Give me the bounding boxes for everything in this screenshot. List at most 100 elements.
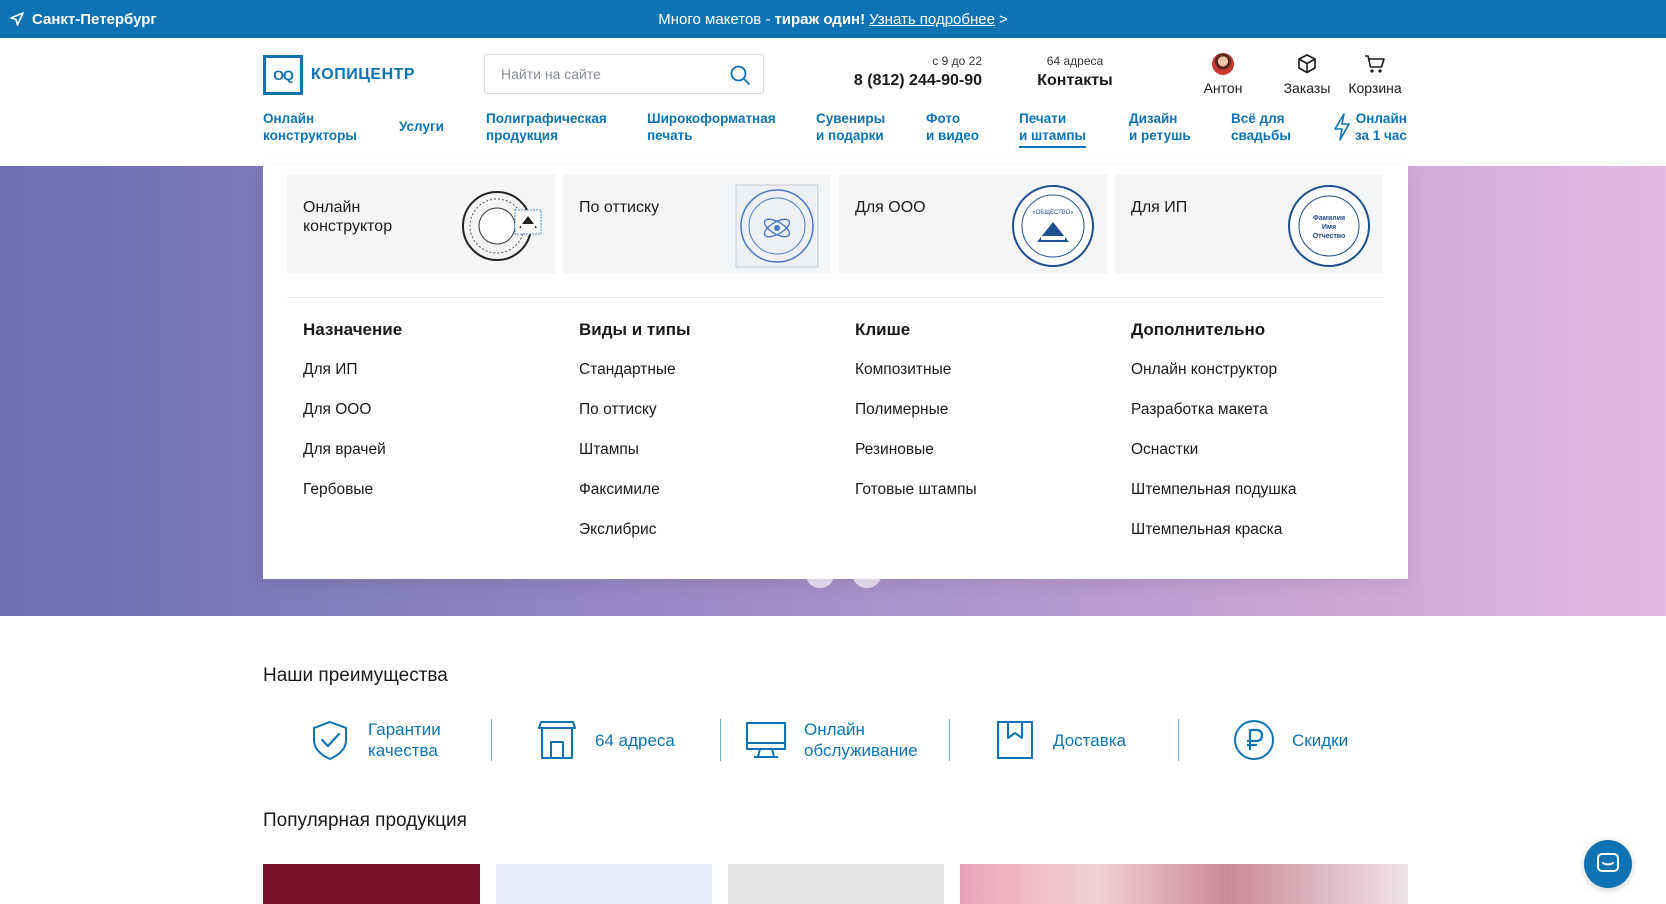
- promo-text: Много макетов -: [658, 10, 771, 28]
- nav-polygraphy[interactable]: Полиграфическая продукция: [486, 110, 607, 144]
- cart-icon: [1365, 55, 1385, 73]
- search-icon[interactable]: [729, 64, 751, 86]
- menu-link[interactable]: Штампы: [579, 441, 839, 462]
- advantage-online-service: Онлайн обслуживание: [744, 716, 918, 764]
- product-card[interactable]: [728, 864, 944, 904]
- lightning-icon: [1334, 113, 1350, 141]
- advantages-title: Наши преимущества: [263, 665, 448, 686]
- nav-label-line1: Печати: [1019, 111, 1067, 126]
- promo-bold: тираж один!: [774, 10, 866, 28]
- menu-link[interactable]: Полимерные: [855, 401, 1115, 422]
- nav-stamps[interactable]: Печати и штампы: [1019, 110, 1087, 148]
- stamp-ip-line3: Отчество: [1313, 233, 1346, 240]
- ruble-icon: [1234, 720, 1274, 760]
- menu-link[interactable]: Разработка макета: [1131, 401, 1391, 422]
- advantage-line1: Онлайн: [804, 720, 865, 739]
- logo-name: КОПИЦЕНТР: [311, 66, 416, 83]
- menu-link[interactable]: Композитные: [855, 361, 1115, 382]
- advantage-separator: [720, 719, 721, 761]
- stamps-mega-menu: Онлайн конструктор По оттиску Для ООО «О…: [263, 166, 1408, 579]
- nav-label-line2: свадьбы: [1231, 128, 1291, 143]
- stamp-ip-line1: Фамилия: [1313, 215, 1345, 222]
- nav-souvenirs[interactable]: Сувениры и подарки: [816, 110, 885, 144]
- top-promo-bar: Санкт-Петербург Много макетов - тираж од…: [0, 0, 1666, 38]
- contacts-block: 64 адреса Контакты: [1020, 54, 1130, 90]
- shield-check-icon: [313, 720, 347, 761]
- nav-label-line2: за 1 час: [1355, 128, 1407, 143]
- chat-button[interactable]: [1584, 840, 1632, 888]
- city-selector[interactable]: Санкт-Петербург: [10, 0, 157, 38]
- logo[interactable]: OQ КОПИЦЕНТР: [263, 55, 415, 95]
- menu-link[interactable]: Для ИП: [303, 361, 563, 382]
- chat-icon: [1597, 853, 1619, 872]
- menu-column-types: Виды и типы Стандартные По оттиску Штамп…: [579, 320, 839, 542]
- nav-wide-format[interactable]: Широкоформатная печать: [647, 110, 776, 144]
- nav-label-line1: Фото: [926, 111, 961, 126]
- stamp-imprint-icon: [735, 184, 819, 268]
- nav-label-line1: Услуги: [399, 119, 444, 134]
- advantage-line1: Гарантии: [368, 720, 441, 739]
- promo-message: Много макетов - тираж один! Узнать подро…: [0, 0, 1666, 38]
- menu-link[interactable]: Штемпельная краска: [1131, 521, 1391, 542]
- advantage-line2: обслуживание: [804, 741, 918, 760]
- card-for-ip[interactable]: Для ИП Фамилия Имя Отчество: [1115, 174, 1383, 274]
- menu-link[interactable]: Готовые штампы: [855, 481, 1115, 502]
- working-hours: с 9 до 22: [932, 54, 982, 68]
- menu-link[interactable]: Стандартные: [579, 361, 839, 382]
- column-heading: Дополнительно: [1131, 320, 1266, 339]
- menu-link[interactable]: Экслибрис: [579, 521, 839, 542]
- advantage-line1: Скидки: [1292, 730, 1349, 750]
- nav-label-line2: и видео: [926, 128, 979, 143]
- advantage-quality: Гарантии качества: [308, 716, 441, 764]
- stamp-ooo-icon: «ОБЩЕСТВО»: [1012, 185, 1094, 267]
- menu-column-purpose: Назначение Для ИП Для ООО Для врачей Гер…: [303, 320, 563, 502]
- site-header: OQ КОПИЦЕНТР с 9 до 22 8 (812) 244-90-90…: [0, 38, 1666, 166]
- menu-link[interactable]: Штемпельная подушка: [1131, 481, 1391, 502]
- advantage-separator: [1178, 719, 1179, 761]
- nav-label-line2: конструкторы: [263, 128, 357, 143]
- nav-one-hour[interactable]: Онлайн за 1 час: [1333, 110, 1407, 144]
- box-icon: [1298, 54, 1316, 74]
- search-input[interactable]: [485, 55, 715, 93]
- product-card[interactable]: [496, 864, 712, 904]
- advantage-discounts: Скидки: [1232, 716, 1348, 764]
- advantage-separator: [949, 719, 950, 761]
- monitor-icon: [746, 722, 786, 758]
- contacts-link[interactable]: Контакты: [1020, 72, 1130, 90]
- advantage-delivery: Доставка: [993, 716, 1126, 764]
- card-title: Для ООО: [855, 199, 926, 216]
- orders-label: Заказы: [1283, 80, 1331, 96]
- cart-button[interactable]: Корзина: [1340, 52, 1410, 96]
- menu-link[interactable]: Гербовые: [303, 481, 563, 502]
- menu-link[interactable]: Оснастки: [1131, 441, 1391, 462]
- chevron-right-icon: >: [998, 10, 1008, 28]
- nav-design[interactable]: Дизайн и ретушь: [1129, 110, 1191, 144]
- cart-label: Корзина: [1348, 80, 1402, 96]
- product-card[interactable]: [263, 864, 480, 904]
- user-profile[interactable]: Антон: [1188, 52, 1258, 96]
- advantage-line2: качества: [368, 741, 438, 760]
- menu-link[interactable]: Для врачей: [303, 441, 563, 462]
- stamp-ip-icon: Фамилия Имя Отчество: [1288, 185, 1370, 267]
- card-title: Онлайн конструктор: [303, 199, 393, 235]
- menu-link[interactable]: Для ООО: [303, 401, 563, 422]
- nav-label-line2: печать: [647, 128, 693, 143]
- search-box: [484, 54, 764, 94]
- product-card[interactable]: [960, 864, 1408, 904]
- nav-wedding[interactable]: Всё для свадьбы: [1231, 110, 1291, 144]
- nav-label-line1: Онлайн: [263, 111, 315, 126]
- phone-number[interactable]: 8 (812) 244-90-90: [820, 72, 982, 90]
- menu-link[interactable]: Факсимиле: [579, 481, 839, 502]
- menu-link[interactable]: Онлайн конструктор: [1131, 361, 1391, 382]
- card-by-imprint[interactable]: По оттиску: [563, 174, 831, 274]
- column-heading: Назначение: [303, 320, 403, 339]
- nav-photo-video[interactable]: Фото и видео: [926, 110, 979, 144]
- nav-services[interactable]: Услуги: [399, 118, 444, 135]
- nav-online-constructors[interactable]: Онлайн конструкторы: [263, 110, 357, 144]
- promo-link[interactable]: Узнать подробнее: [869, 11, 995, 28]
- card-for-ooo[interactable]: Для ООО «ОБЩЕСТВО»: [839, 174, 1107, 274]
- menu-link[interactable]: Резиновые: [855, 441, 1115, 462]
- card-online-constructor[interactable]: Онлайн конструктор: [287, 174, 555, 274]
- orders-button[interactable]: Заказы: [1272, 52, 1342, 96]
- menu-link[interactable]: По оттиску: [579, 401, 839, 422]
